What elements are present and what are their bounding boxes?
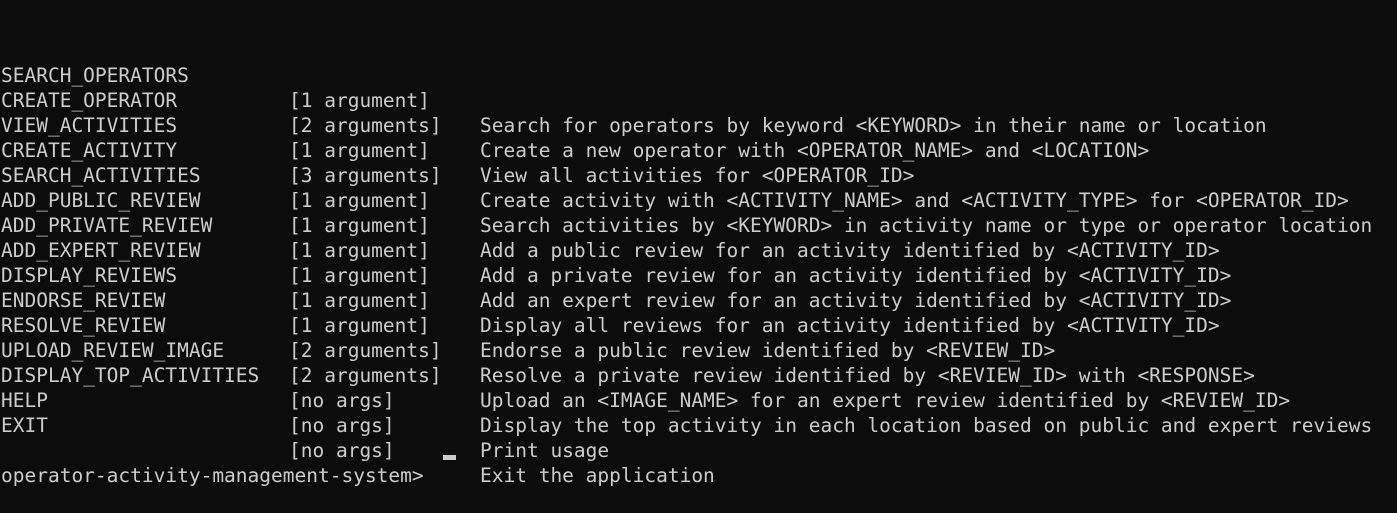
command-row: ADD_PUBLIC_REVIEW [1 argument] Add a pub…: [0, 163, 1397, 262]
command-description: Exit the application: [480, 464, 715, 487]
command-row: EXIT [no args] Exit the application: [0, 388, 1397, 487]
command-row: SEARCH_OPERATORS [1 argument] Search for…: [0, 38, 1397, 137]
command-row: ADD_EXPERT_REVIEW [1 argument] Add an ex…: [0, 213, 1397, 312]
command-description: Print usage: [480, 439, 610, 462]
command-row: ENDORSE_REVIEW [1 argument] Endorse a pu…: [0, 263, 1397, 362]
command-description: Display the top activity in each locatio…: [480, 414, 1373, 437]
command-row: SEARCH_ACTIVITIES [1 argument] Search ac…: [0, 138, 1397, 237]
command-row: UPLOAD_REVIEW_IMAGE [2 arguments] Upload…: [0, 313, 1397, 412]
command-row: ADD_PRIVATE_REVIEW [1 argument] Add a pr…: [0, 188, 1397, 287]
command-name: EXIT: [1, 414, 48, 437]
terminal-output: SEARCH_OPERATORS [1 argument] Search for…: [0, 38, 1397, 487]
command-row: CREATE_ACTIVITY [3 arguments] Create act…: [0, 113, 1397, 212]
command-prompt-line[interactable]: operator-activity-management-system>: [0, 438, 456, 487]
command-args: [no args]: [289, 414, 395, 437]
command-row: RESOLVE_REVIEW [2 arguments] Resolve a p…: [0, 288, 1397, 387]
text-cursor[interactable]: [443, 455, 456, 460]
command-row: HELP [no args] Print usage: [0, 363, 1397, 462]
command-row: DISPLAY_REVIEWS [1 argument] Display all…: [0, 238, 1397, 337]
command-row: CREATE_OPERATOR [2 arguments] Create a n…: [0, 63, 1397, 162]
shell-prompt: operator-activity-management-system>: [1, 464, 424, 487]
command-row: VIEW_ACTIVITIES [1 argument] View all ac…: [0, 88, 1397, 187]
command-args: [no args]: [289, 439, 395, 462]
command-row: DISPLAY_TOP_ACTIVITIES [no args] Display…: [0, 338, 1397, 437]
